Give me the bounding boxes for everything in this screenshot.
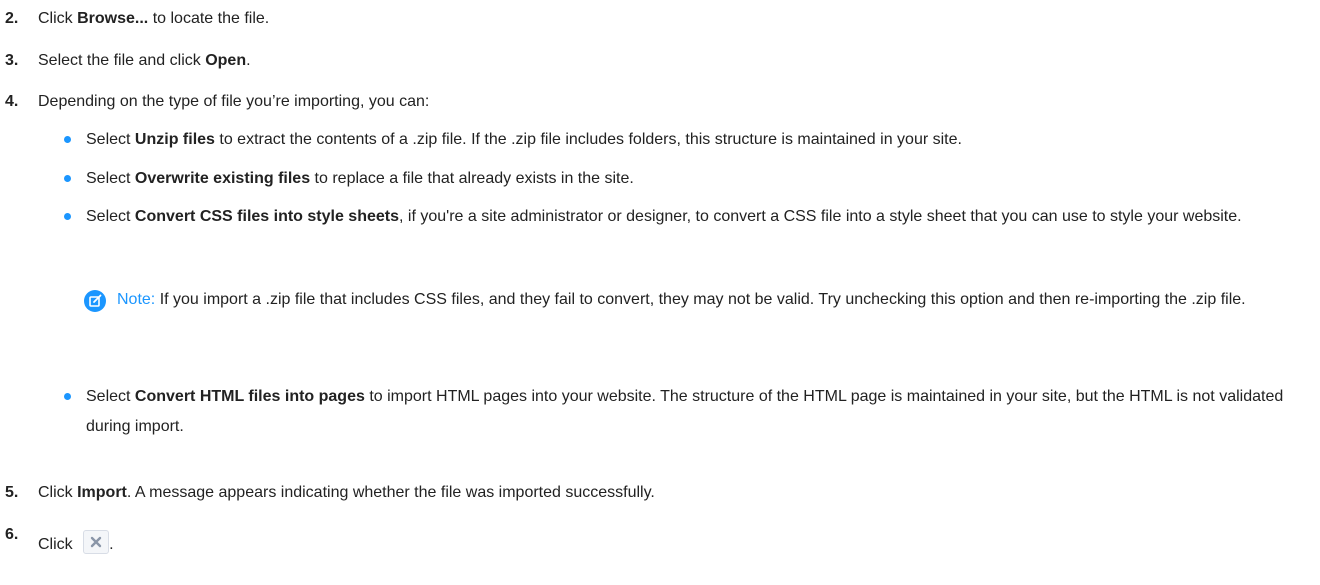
bullet-dot: [64, 175, 71, 182]
ui-term-open: Open: [205, 52, 247, 69]
step-number: 2.: [5, 10, 19, 27]
ui-term-unzip-files: Unzip files: [134, 131, 215, 148]
option-text-pre: Select: [86, 170, 135, 187]
document-body: 2. Click Browse... to locate the file. 3…: [0, 0, 1320, 585]
ui-term-import: Import: [77, 484, 127, 501]
step-text: Select the file and click Open.: [38, 50, 251, 72]
step-text-pre: Click: [38, 10, 78, 27]
option-text-pre: Select: [86, 388, 135, 405]
step-text-pre: Click: [38, 536, 78, 553]
step-text: Click Browse... to locate the file.: [38, 8, 269, 30]
bullet-dot: [64, 393, 71, 400]
step-text: Depending on the type of file you’re imp…: [38, 93, 430, 110]
ui-term-convert-css-files: Convert CSS files into style sheets: [134, 208, 399, 225]
step-text: Click Import. A message appears indicati…: [38, 482, 655, 504]
step-text-pre: Select the file and click: [38, 52, 206, 69]
note-body: If you import a .zip file that includes …: [155, 291, 1246, 308]
list-item-text: Select Overwrite existing files to repla…: [86, 164, 1306, 194]
step-text-post: to locate the file.: [148, 10, 270, 27]
step-number: 6.: [5, 526, 19, 543]
option-text-pre: Select: [86, 208, 135, 225]
step-text-post: .: [246, 52, 251, 69]
step-number: 5.: [5, 484, 19, 501]
ui-term-browse: Browse...: [77, 10, 149, 27]
bullet-dot: [64, 136, 71, 143]
note-edit-icon: [84, 290, 106, 312]
bullet-dot: [64, 213, 71, 220]
step-text-pre: Click: [38, 484, 78, 501]
note-text: Note: If you import a .zip file that inc…: [117, 285, 1307, 315]
list-item-text: Select Convert HTML files into pages to …: [86, 382, 1306, 442]
option-text-post: , if you're a site administrator or desi…: [399, 208, 1242, 225]
ui-term-overwrite-existing-files: Overwrite existing files: [134, 170, 311, 187]
ui-term-convert-html-files: Convert HTML files into pages: [134, 388, 365, 405]
step-text: Click .: [38, 530, 114, 556]
note-label: Note:: [117, 291, 156, 308]
option-text-post: to replace a file that already exists in…: [310, 170, 634, 187]
step-number: 3.: [5, 52, 19, 69]
option-text-post: to extract the contents of a .zip file. …: [214, 131, 962, 148]
step-text-post: .: [109, 536, 114, 553]
list-item-text: Select Unzip files to extract the conten…: [86, 125, 1306, 155]
option-text-pre: Select: [86, 131, 135, 148]
step-text-post: . A message appears indicating whether t…: [126, 484, 655, 501]
close-icon: [83, 530, 110, 554]
step-number: 4.: [5, 93, 19, 110]
list-item-text: Select Convert CSS files into style shee…: [86, 202, 1306, 232]
